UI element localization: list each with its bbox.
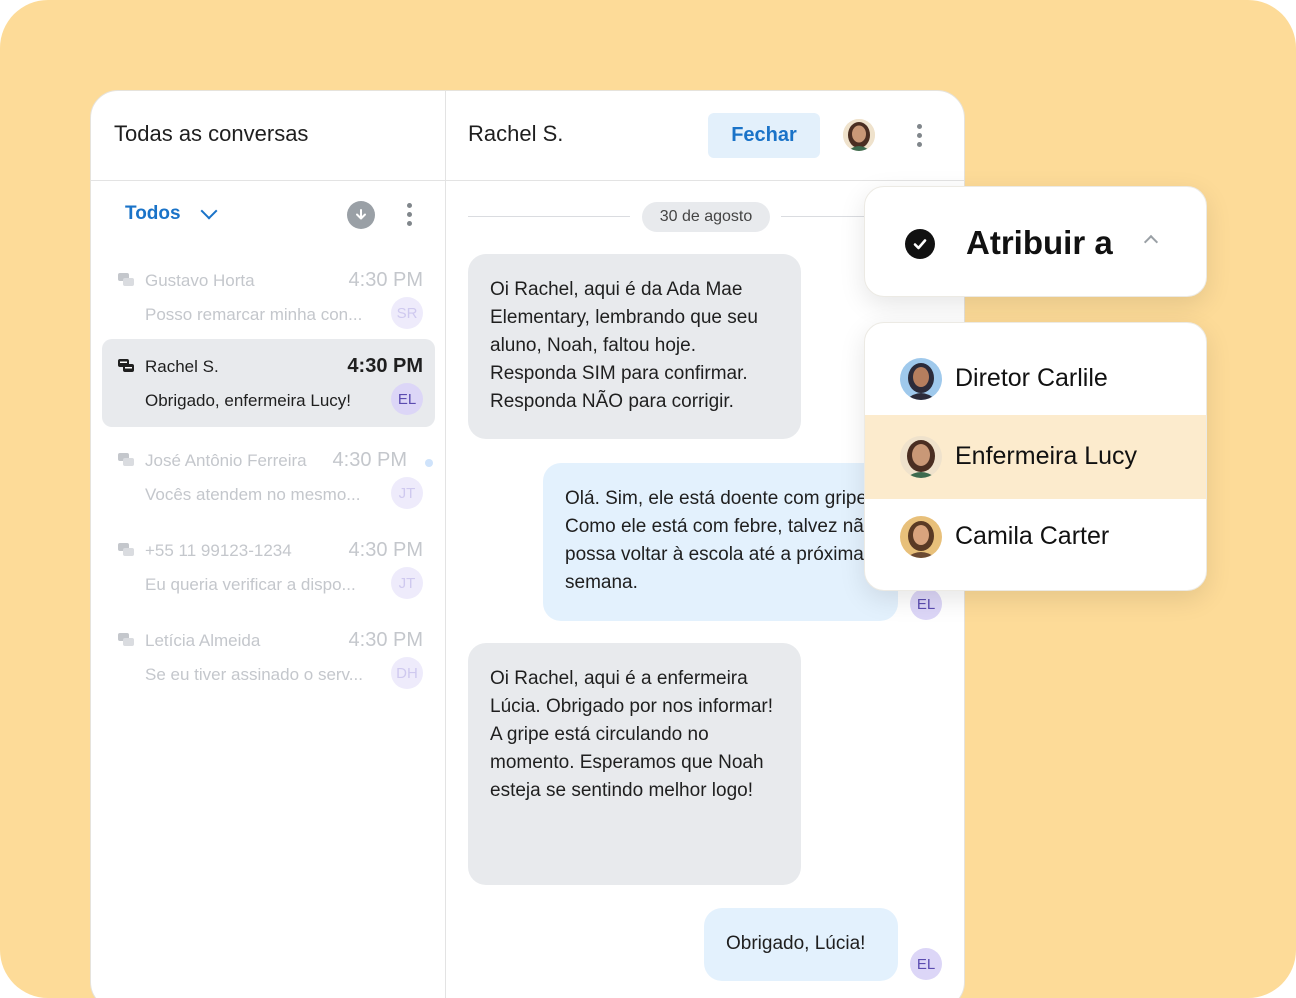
check-circle-icon xyxy=(905,229,935,259)
date-rule-right xyxy=(781,216,871,217)
assignee-options-list: Diretor Carlile Enfermeira Lucy Camila C… xyxy=(864,322,1207,591)
incoming-message: Oi Rachel, aqui é da Ada Mae Elementary,… xyxy=(468,254,801,439)
message-time: 4:30 PM xyxy=(347,355,423,377)
chevron-up-icon[interactable] xyxy=(1143,234,1159,250)
close-conversation-button[interactable]: Fechar xyxy=(708,113,820,158)
chat-contact-name: Rachel S. xyxy=(468,121,564,146)
person-avatar xyxy=(900,436,942,478)
conversation-item[interactable]: Letícia Almeida 4:30 PM Se eu tiver assi… xyxy=(102,613,435,701)
person-avatar xyxy=(900,516,942,558)
outgoing-message: Obrigado, Lúcia! xyxy=(704,908,898,981)
unread-indicator xyxy=(425,459,433,467)
list-more-options-icon[interactable] xyxy=(407,203,412,226)
chat-bubbles-icon xyxy=(118,273,134,286)
message-preview: Obrigado, enfermeira Lucy! xyxy=(145,391,351,410)
assignee-avatar: SR xyxy=(391,297,423,329)
message-time: 4:30 PM xyxy=(332,449,407,471)
conversation-list-title: Todas as conversas xyxy=(114,121,309,146)
person-avatar xyxy=(900,358,942,400)
person-name: Diretor Carlile xyxy=(955,364,1108,392)
download-icon[interactable] xyxy=(347,201,375,229)
sender-avatar: EL xyxy=(910,948,942,980)
assign-to-title: Atribuir a xyxy=(966,224,1113,261)
message-time: 4:30 PM xyxy=(348,539,423,561)
contact-name: Letícia Almeida xyxy=(145,631,261,650)
date-separator: 30 de agosto xyxy=(642,202,770,232)
message-time: 4:30 PM xyxy=(348,269,423,291)
chevron-down-icon xyxy=(200,202,218,220)
person-name: Camila Carter xyxy=(955,522,1110,550)
conversation-item[interactable]: José Antônio Ferreira 4:30 PM Vocês aten… xyxy=(102,433,435,521)
assignee-option-selected[interactable]: Enfermeira Lucy xyxy=(865,415,1206,499)
message-preview: Posso remarcar minha con... xyxy=(145,305,363,324)
assignee-avatar: JT xyxy=(391,477,423,509)
filter-dropdown[interactable]: Todos xyxy=(125,202,218,225)
message-preview: Vocês atendem no mesmo... xyxy=(145,485,361,504)
incoming-message: Oi Rachel, aqui é a enfermeira Lúcia. Ob… xyxy=(468,643,801,885)
assign-to-dropdown[interactable]: Atribuir a xyxy=(864,186,1207,297)
message-time: 4:30 PM xyxy=(348,629,423,651)
filter-label: Todos xyxy=(125,203,181,224)
assignee-avatar: EL xyxy=(391,383,423,415)
chat-bubbles-icon xyxy=(118,359,134,372)
sender-avatar: EL xyxy=(910,588,942,620)
chat-bubbles-icon xyxy=(118,453,134,466)
chat-more-options-icon[interactable] xyxy=(917,124,922,147)
assignee-avatar[interactable] xyxy=(843,119,875,151)
person-name: Enfermeira Lucy xyxy=(955,442,1138,470)
messaging-window: Todas as conversas Todos Gustavo Horta 4… xyxy=(90,90,965,998)
contact-name: +55 11 99123-1234 xyxy=(145,541,292,560)
contact-name: José Antônio Ferreira xyxy=(145,451,307,470)
header-divider xyxy=(91,180,964,181)
assignee-avatar: DH xyxy=(391,657,423,689)
conversation-item[interactable]: Gustavo Horta 4:30 PM Posso remarcar min… xyxy=(102,253,435,341)
conversation-item[interactable]: +55 11 99123-1234 4:30 PM Eu queria veri… xyxy=(102,523,435,611)
message-preview: Eu queria verificar a dispo... xyxy=(145,575,356,594)
outgoing-message: Olá. Sim, ele está doente com gripe. Com… xyxy=(543,463,898,621)
contact-name: Gustavo Horta xyxy=(145,271,255,290)
pane-divider xyxy=(445,91,446,998)
chat-bubbles-icon xyxy=(118,633,134,646)
contact-name: Rachel S. xyxy=(145,357,219,376)
assignee-avatar: JT xyxy=(391,567,423,599)
chat-bubbles-icon xyxy=(118,543,134,556)
assignee-option[interactable]: Diretor Carlile xyxy=(865,337,1206,421)
message-preview: Se eu tiver assinado o serv... xyxy=(145,665,363,684)
assignee-option[interactable]: Camila Carter xyxy=(865,495,1206,579)
date-rule-left xyxy=(468,216,630,217)
conversation-item-active[interactable]: Rachel S. 4:30 PM Obrigado, enfermeira L… xyxy=(102,339,435,427)
